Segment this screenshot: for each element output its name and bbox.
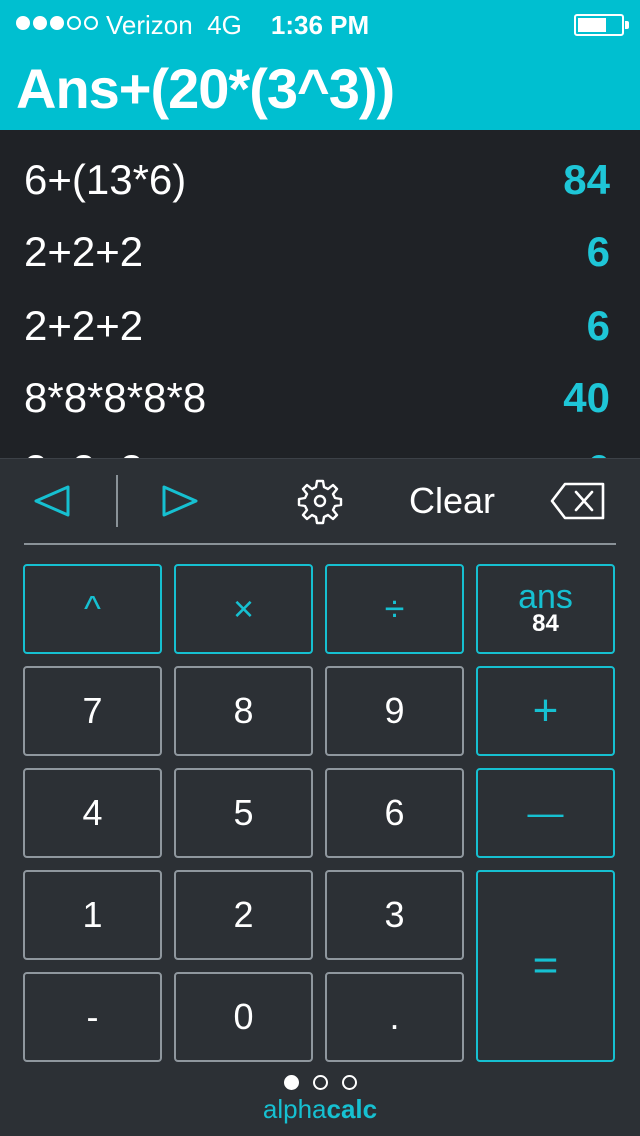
clear-button[interactable]: Clear [396,475,508,527]
cursor-left-icon[interactable] [24,477,80,525]
toolbar-divider [116,475,118,527]
minus-key[interactable]: — [476,768,615,858]
digit-6-key[interactable]: 6 [325,768,464,858]
power-key[interactable]: ^ [23,564,162,654]
negate-key[interactable]: - [23,972,162,1062]
digit-2-key[interactable]: 2 [174,870,313,960]
digit-1-key[interactable]: 1 [23,870,162,960]
toolbar-divider-line [24,543,616,545]
brand-logo: alphacalc [262,1094,378,1124]
history-expression: 2+2+2 [24,302,144,349]
history-result: 84 [563,156,610,203]
header: Verizon 4G 1:36 PM Ans+(20*(3^3)) [0,0,640,130]
history-row[interactable]: 8*8*8*8*8 40 [0,360,640,432]
history-expression: 8*8*8*8*8 [24,374,207,421]
status-time: 1:36 PM [270,10,370,40]
equals-key[interactable]: = [476,870,615,1062]
history-expression: 6+(13*6) [24,156,187,203]
digit-5-key[interactable]: 5 [174,768,313,858]
battery-icon [574,14,629,36]
history-row[interactable]: 2+2+2 6 [0,214,640,286]
plus-key[interactable]: + [476,666,615,756]
digit-8-key[interactable]: 8 [174,666,313,756]
gear-icon[interactable] [294,475,346,527]
expression-display[interactable]: Ans+(20*(3^3)) [16,56,395,121]
cursor-right-icon[interactable] [152,477,208,525]
digit-0-key[interactable]: 0 [174,972,313,1062]
page-dot[interactable] [312,1075,328,1090]
history-row[interactable]: 6+(13*6) 84 [0,142,640,214]
history-expression: 2+2+2 [24,228,144,275]
backspace-icon[interactable] [548,477,608,525]
page-dot-active[interactable] [283,1075,299,1090]
ans-key[interactable]: ans 84 [476,564,615,654]
digit-3-key[interactable]: 3 [325,870,464,960]
history-row[interactable]: 2+2+2 6 [0,432,640,458]
history-result: 40 [563,374,610,421]
decimal-key[interactable]: . [325,972,464,1062]
history-list[interactable]: 6+(13*6) 84 2+2+2 6 2+2+2 6 8*8*8*8*8 40… [0,130,640,458]
toolbar: Clear [0,459,640,545]
history-result: 6 [586,228,610,275]
digit-7-key[interactable]: 7 [23,666,162,756]
history-expression: 2+2+2 [24,446,143,458]
digit-4-key[interactable]: 4 [23,768,162,858]
page-dot[interactable] [341,1075,357,1090]
history-result: 6 [586,302,610,349]
keypad: Clear ^ × ÷ ans 84 7 8 9 + 4 5 6 — 1 2 3… [0,458,640,1136]
ans-label: ans [518,578,573,616]
page-indicator[interactable] [0,1075,640,1090]
history-result: 6 [587,446,610,458]
multiply-key[interactable]: × [174,564,313,654]
digit-9-key[interactable]: 9 [325,666,464,756]
status-bar: Verizon 4G 1:36 PM [0,0,640,48]
ans-value: 84 [532,610,559,637]
history-row[interactable]: 2+2+2 6 [0,288,640,360]
divide-key[interactable]: ÷ [325,564,464,654]
